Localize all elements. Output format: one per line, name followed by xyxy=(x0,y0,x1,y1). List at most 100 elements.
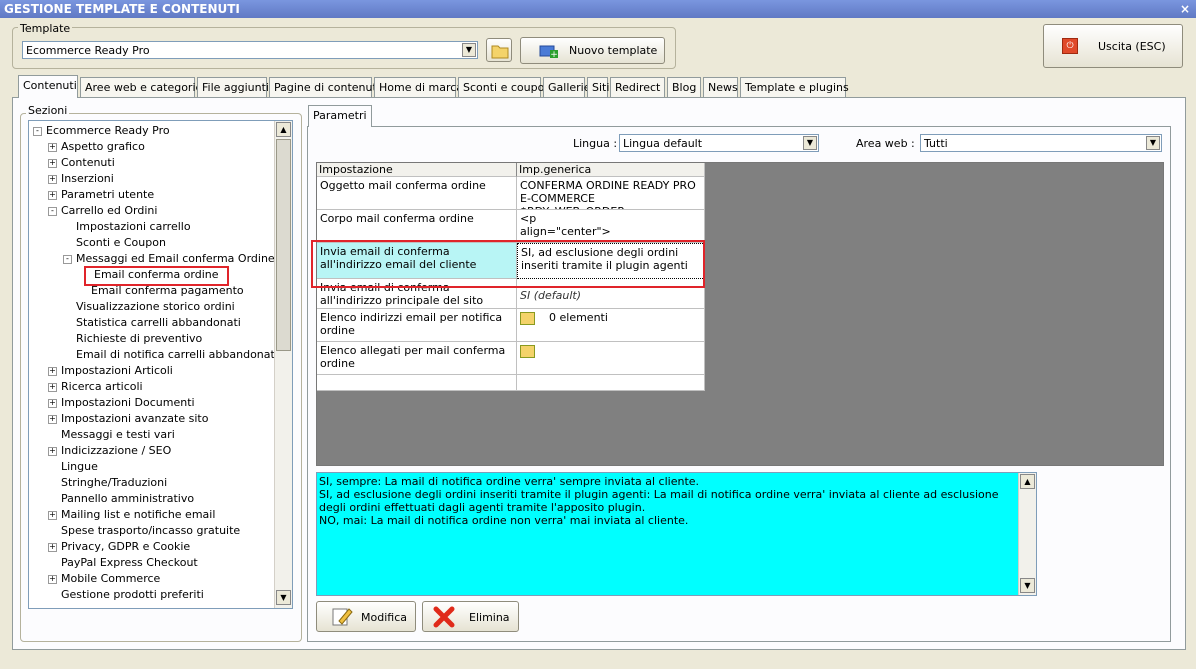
chevron-down-icon[interactable]: ▼ xyxy=(803,136,817,150)
grid-empty-row[interactable] xyxy=(517,375,705,391)
tree-item[interactable]: Privacy, GDPR e Cookie xyxy=(61,539,190,555)
tree-item[interactable]: Spese trasporto/incasso gratuite xyxy=(61,523,240,539)
expand-icon[interactable]: + xyxy=(48,399,57,408)
tree-item[interactable]: Gestione prodotti preferiti xyxy=(61,587,204,603)
tree-item[interactable]: Mailing list e notifiche email xyxy=(61,507,215,523)
tree-item[interactable]: Email di notifica carrelli abbandonati xyxy=(76,347,278,363)
lingua-select[interactable]: Lingua default ▼ xyxy=(619,134,819,152)
tree-item[interactable]: Stringhe/Traduzioni xyxy=(61,475,167,491)
tree-scrollbar[interactable]: ▲ ▼ xyxy=(274,121,292,608)
tree-item[interactable]: Inserzioni xyxy=(61,171,114,187)
chevron-down-icon[interactable]: ▼ xyxy=(462,43,476,57)
tab-aree-web-e-categorie[interactable]: Aree web e categorie xyxy=(80,77,202,97)
area-web-select[interactable]: Tutti ▼ xyxy=(920,134,1162,152)
grid-header-value[interactable]: Imp.generica xyxy=(517,163,705,177)
exit-label: Uscita (ESC) xyxy=(1098,40,1166,53)
tab-blog[interactable]: Blog xyxy=(667,77,701,97)
expand-icon[interactable]: + xyxy=(48,143,57,152)
tab-parametri[interactable]: Parametri xyxy=(308,105,372,127)
collapse-icon[interactable]: - xyxy=(48,207,57,216)
grid-cell-setting[interactable]: Elenco indirizzi email per notifica ordi… xyxy=(317,309,517,342)
template-label: Template xyxy=(18,22,73,35)
window-title: GESTIONE TEMPLATE E CONTENUTI xyxy=(4,2,240,16)
scroll-down-icon[interactable]: ▼ xyxy=(276,590,291,605)
power-icon: ⏻ xyxy=(1062,38,1078,54)
tree-item[interactable]: Carrello ed Ordini xyxy=(61,203,157,219)
expand-icon[interactable]: + xyxy=(48,191,57,200)
tree-item[interactable]: Impostazioni carrello xyxy=(76,219,191,235)
settings-grid[interactable]: Impostazione Imp.generica Oggetto mail con… xyxy=(316,162,1164,466)
grid-cell-value[interactable]: 0 elementi xyxy=(517,309,705,342)
expand-icon[interactable]: + xyxy=(48,175,57,184)
edit-icon xyxy=(332,608,353,626)
tree-item[interactable]: Messaggi e testi vari xyxy=(61,427,175,443)
new-template-button[interactable]: + Nuovo template xyxy=(520,37,665,64)
tab-sconti-e-coupon[interactable]: Sconti e coupon xyxy=(458,77,551,97)
delete-button[interactable]: Elimina xyxy=(422,601,519,632)
tree-item[interactable]: Lingue xyxy=(61,459,98,475)
expand-icon[interactable]: + xyxy=(48,159,57,168)
folder-icon[interactable] xyxy=(520,311,535,325)
tree-item[interactable]: Contenuti xyxy=(61,155,115,171)
help-scrollbar[interactable]: ▲ ▼ xyxy=(1018,473,1036,595)
tree-item[interactable]: Aspetto grafico xyxy=(61,139,145,155)
grid-cell-value[interactable] xyxy=(517,342,705,375)
tree-item[interactable]: Impostazioni Articoli xyxy=(61,363,173,379)
folder-icon[interactable] xyxy=(520,344,535,358)
close-icon[interactable]: × xyxy=(1180,0,1190,18)
tree-item[interactable]: Impostazioni Documenti xyxy=(61,395,195,411)
grid-cell-value[interactable]: <p align="center"><strong>QUESTO E' xyxy=(517,210,705,243)
edit-button[interactable]: Modifica xyxy=(316,601,416,632)
tab-file-aggiuntivi[interactable]: File aggiuntivi xyxy=(197,77,279,97)
tab-redirect[interactable]: Redirect xyxy=(610,77,665,97)
scroll-up-icon[interactable]: ▲ xyxy=(1020,474,1035,489)
lingua-value: Lingua default xyxy=(623,137,703,150)
tree-item[interactable]: Ricerca articoli xyxy=(61,379,143,395)
tab-news[interactable]: News xyxy=(703,77,738,97)
tree-item[interactable]: Parametri utente xyxy=(61,187,154,203)
scroll-down-icon[interactable]: ▼ xyxy=(1020,578,1035,593)
tree-item[interactable]: Statistica carrelli abbandonati xyxy=(76,315,241,331)
expand-icon[interactable]: + xyxy=(48,383,57,392)
expand-icon[interactable]: + xyxy=(48,447,57,456)
expand-icon[interactable]: + xyxy=(48,575,57,584)
add-template-icon: + xyxy=(539,45,558,59)
tab-template-e-plugins[interactable]: Template e plugins xyxy=(740,77,849,97)
tree-item[interactable]: Indicizzazione / SEO xyxy=(61,443,171,459)
scroll-thumb[interactable] xyxy=(276,139,291,351)
tab-gallerie[interactable]: Gallerie xyxy=(543,77,591,97)
tree-item[interactable]: Ecommerce Ready Pro xyxy=(46,123,170,139)
chevron-down-icon[interactable]: ▼ xyxy=(1146,136,1160,150)
scroll-up-icon[interactable]: ▲ xyxy=(276,122,291,137)
grid-cell-setting[interactable]: Corpo mail conferma ordine xyxy=(317,210,517,243)
grid-cell-setting[interactable]: Elenco allegati per mail conferma ordine xyxy=(317,342,517,375)
window-titlebar: GESTIONE TEMPLATE E CONTENUTI × xyxy=(0,0,1196,18)
grid-cell-value[interactable]: CONFERMA ORDINE READY PRO E-COMMERCE $RD… xyxy=(517,177,705,210)
sections-tree[interactable]: - Ecommerce Ready Pro + Aspetto grafico + Con… xyxy=(28,120,293,609)
tree-item[interactable]: Visualizzazione storico ordini xyxy=(76,299,235,315)
tree-item[interactable]: Richieste di preventivo xyxy=(76,331,202,347)
tab-home-di-marca[interactable]: Home di marca xyxy=(374,77,463,97)
grid-empty-row[interactable] xyxy=(317,375,517,391)
grid-cell-setting[interactable]: Oggetto mail conferma ordine xyxy=(317,177,517,210)
tree-item[interactable]: Messaggi ed Email conferma Ordine xyxy=(76,251,275,267)
collapse-icon[interactable]: - xyxy=(33,127,42,136)
tree-item[interactable]: PayPal Express Checkout xyxy=(61,555,198,571)
expand-icon[interactable]: + xyxy=(48,511,57,520)
tree-item[interactable]: Email conferma pagamento xyxy=(91,283,244,299)
expand-icon[interactable]: + xyxy=(48,543,57,552)
tab-siti[interactable]: Siti xyxy=(587,77,609,97)
tree-item[interactable]: Mobile Commerce xyxy=(61,571,160,587)
open-folder-button[interactable] xyxy=(486,38,512,62)
tab-contenuti[interactable]: Contenuti xyxy=(18,75,78,98)
exit-button[interactable]: ⏻ Uscita (ESC) xyxy=(1043,24,1183,68)
tree-item[interactable]: Impostazioni avanzate sito xyxy=(61,411,208,427)
tab-pagine-di-contenuti[interactable]: Pagine di contenuti xyxy=(269,77,380,97)
expand-icon[interactable]: + xyxy=(48,415,57,424)
collapse-icon[interactable]: - xyxy=(63,255,72,264)
grid-header-setting[interactable]: Impostazione xyxy=(317,163,517,177)
template-select[interactable]: Ecommerce Ready Pro ▼ xyxy=(22,41,478,59)
tree-item[interactable]: Pannello amministrativo xyxy=(61,491,194,507)
expand-icon[interactable]: + xyxy=(48,367,57,376)
tree-item[interactable]: Sconti e Coupon xyxy=(76,235,166,251)
